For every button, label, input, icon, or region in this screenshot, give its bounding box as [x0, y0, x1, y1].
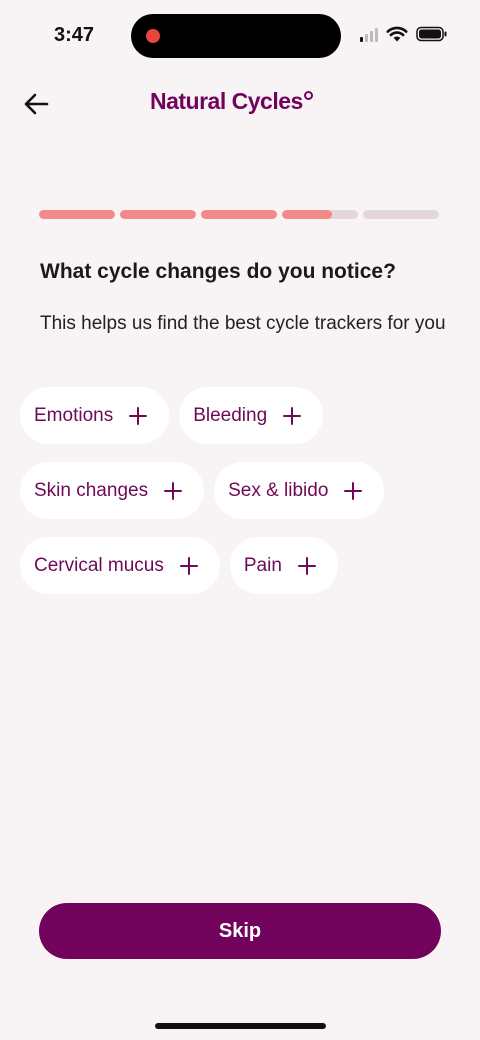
chip-skin-changes[interactable]: Skin changes	[20, 462, 205, 519]
plus-icon	[297, 556, 316, 575]
chip-label: Sex & libido	[228, 479, 329, 501]
plus-icon	[129, 406, 148, 425]
plus-icon	[283, 406, 302, 425]
battery-icon	[416, 26, 447, 42]
progress-bar	[39, 210, 439, 219]
cellular-signal-icon	[360, 26, 378, 42]
progress-segment	[282, 210, 358, 219]
chip-sex-libido[interactable]: Sex & libido	[214, 462, 385, 519]
logo-text: Natural Cycles	[150, 88, 303, 114]
chip-label: Bleeding	[193, 404, 268, 426]
question-subtitle: This helps us find the best cycle tracke…	[40, 313, 446, 334]
screen: 3:47 Natural Cycles What cycle changes d…	[0, 0, 480, 1040]
arrow-left-icon	[24, 93, 49, 115]
status-bar: 3:47	[0, 0, 480, 72]
logo-ring-icon	[303, 91, 313, 100]
progress-segment	[201, 210, 277, 219]
chip-cervical-mucus[interactable]: Cervical mucus	[20, 537, 220, 594]
plus-icon	[344, 481, 363, 500]
chip-label: Cervical mucus	[34, 554, 164, 576]
progress-segment-fill	[282, 210, 333, 219]
wifi-icon	[386, 26, 408, 42]
progress-segment-fill	[39, 210, 115, 219]
option-chips: Emotions Bleeding Skin changes Sex & lib…	[20, 387, 470, 594]
recording-indicator-icon	[146, 29, 160, 43]
progress-segment	[120, 210, 196, 219]
brand-logo: Natural Cycles	[150, 88, 313, 115]
home-indicator[interactable]	[155, 1023, 326, 1029]
progress-segment-fill	[201, 210, 277, 219]
progress-segment-fill	[120, 210, 196, 219]
chip-label: Skin changes	[34, 479, 149, 501]
chip-bleeding[interactable]: Bleeding	[179, 387, 324, 444]
chip-emotions[interactable]: Emotions	[20, 387, 170, 444]
chip-label: Pain	[243, 554, 282, 576]
back-button[interactable]	[18, 86, 54, 122]
chip-label: Emotions	[34, 404, 114, 426]
status-time: 3:47	[54, 24, 95, 46]
question-heading: What cycle changes do you notice?	[40, 260, 396, 283]
plus-icon	[179, 556, 198, 575]
plus-icon	[164, 481, 183, 500]
chip-pain[interactable]: Pain	[229, 537, 338, 594]
skip-button[interactable]: Skip	[39, 903, 441, 959]
progress-segment	[39, 210, 115, 219]
progress-segment	[363, 210, 439, 219]
dynamic-island	[131, 14, 341, 58]
status-icons	[360, 26, 448, 42]
